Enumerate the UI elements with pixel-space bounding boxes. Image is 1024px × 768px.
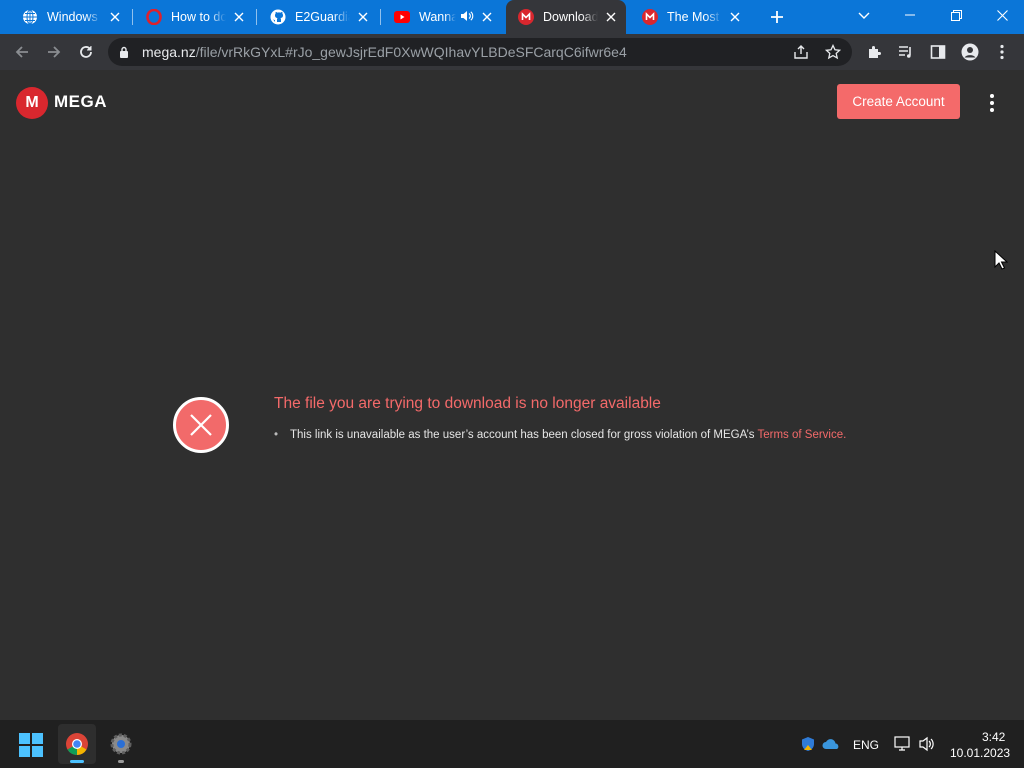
opera-icon [146, 9, 162, 25]
arrow-right-icon [48, 46, 61, 58]
tab-title: Download [543, 10, 598, 24]
volume-icon[interactable] [918, 736, 936, 752]
error-icon [173, 397, 229, 453]
close-window-button[interactable] [984, 0, 1020, 30]
plus-icon [771, 11, 783, 23]
error-detail-text: This link is unavailable as the user’s a… [290, 429, 758, 441]
create-account-button[interactable]: Create Account [837, 84, 960, 119]
cross-icon [190, 414, 212, 436]
error-title: The file you are trying to download is n… [274, 395, 661, 412]
mega-icon [642, 9, 658, 25]
forward-button[interactable] [40, 34, 68, 70]
browser-menu-button[interactable] [988, 34, 1016, 70]
close-icon [996, 9, 1008, 21]
tab-title: How to dov [171, 10, 226, 24]
tab-separator [132, 9, 133, 25]
side-panel-icon [930, 45, 946, 59]
side-panel-button[interactable] [924, 34, 952, 70]
reload-button[interactable] [72, 34, 100, 70]
reload-icon [80, 46, 92, 58]
tab-6[interactable]: The Most T [630, 0, 750, 34]
url-path: /file/vrRkGYxL#rJo_gewJsjrEdF0XwWQIhavYL… [195, 44, 627, 60]
tab-strip: Windows L How to dov E2Guardiar Wanna Downlo… [0, 0, 1024, 34]
page-content: M MEGA Create Account The file you are t… [0, 70, 1024, 720]
language-indicator[interactable]: ENG [853, 738, 879, 752]
mega-logo-text[interactable]: MEGA [54, 92, 107, 112]
tab-2[interactable]: How to dov [134, 0, 254, 34]
tab-title: The Most T [667, 10, 722, 24]
lock-icon [120, 46, 128, 58]
taskbar: ENG 3:42 10.01.2023 [0, 720, 1024, 768]
globe-icon [22, 9, 38, 25]
browser-toolbar: mega.nz/file/vrRkGYxL#rJo_gewJsjrEdF0XwW… [0, 34, 1024, 70]
tab-title: Wanna [419, 10, 456, 24]
terms-of-service-link[interactable]: Terms of Service [758, 429, 844, 441]
mouse-cursor-icon [994, 250, 1008, 270]
extensions-button[interactable] [860, 34, 888, 70]
taskbar-settings-button[interactable] [102, 724, 140, 764]
media-control-button[interactable] [892, 34, 920, 70]
error-detail: • This link is unavailable as the user’s … [274, 429, 846, 441]
profile-icon [961, 43, 979, 61]
gear-icon [110, 733, 132, 755]
tab-title: E2Guardiar [295, 10, 350, 24]
mega-icon [518, 9, 534, 25]
menu-dot [990, 94, 994, 98]
logo-letter: M [25, 94, 39, 111]
network-icon[interactable] [894, 736, 912, 752]
address-bar[interactable]: mega.nz/file/vrRkGYxL#rJo_gewJsjrEdF0XwW… [108, 38, 852, 66]
menu-dot [990, 108, 994, 112]
tab-4[interactable]: Wanna [382, 0, 502, 34]
tab-close-icon[interactable] [604, 10, 618, 24]
tab-close-icon[interactable] [728, 10, 742, 24]
youtube-icon [394, 9, 410, 25]
chrome-icon [66, 733, 88, 755]
windows-logo-icon [19, 733, 43, 757]
tab-separator [256, 9, 257, 25]
new-tab-button[interactable] [764, 4, 790, 30]
speaker-icon[interactable] [460, 10, 474, 25]
taskbar-chrome-button[interactable] [58, 724, 96, 764]
restore-icon [950, 9, 962, 21]
start-button[interactable] [18, 732, 44, 758]
github-icon [270, 9, 286, 25]
back-button[interactable] [8, 34, 36, 70]
security-shield-icon[interactable] [800, 736, 816, 752]
tab-1[interactable]: Windows L [10, 0, 130, 34]
minimize-button[interactable] [892, 0, 928, 30]
arrow-left-icon [15, 46, 28, 58]
clock-time[interactable]: 3:42 [982, 730, 1005, 744]
tab-5[interactable]: Download [506, 0, 626, 34]
playlist-icon [899, 46, 911, 58]
clock-date[interactable]: 10.01.2023 [950, 746, 1010, 760]
onedrive-icon[interactable] [822, 738, 840, 750]
tab-search-button[interactable] [852, 4, 876, 28]
restore-button[interactable] [938, 0, 974, 30]
menu-dot [990, 101, 994, 105]
bullet-icon: • [274, 429, 279, 441]
minimize-icon [905, 14, 915, 16]
star-icon[interactable] [825, 44, 841, 60]
share-icon[interactable] [793, 45, 809, 59]
profile-button[interactable] [956, 34, 984, 70]
puzzle-icon [869, 46, 881, 58]
tab-close-icon[interactable] [356, 10, 370, 24]
open-app-indicator [118, 760, 124, 763]
tab-close-icon[interactable] [108, 10, 122, 24]
url-host: mega.nz [142, 44, 196, 60]
tab-close-icon[interactable] [480, 10, 494, 24]
tab-title: Windows L [47, 10, 102, 24]
kebab-menu-icon [1000, 44, 1004, 60]
tab-separator [380, 9, 381, 25]
chevron-down-icon [858, 12, 870, 19]
page-menu-button[interactable] [982, 90, 1002, 116]
active-app-indicator [70, 760, 84, 763]
error-detail-end: . [843, 429, 847, 441]
mega-logo-icon[interactable]: M [16, 87, 48, 119]
tab-close-icon[interactable] [232, 10, 246, 24]
tab-3[interactable]: E2Guardiar [258, 0, 378, 34]
url-text[interactable]: mega.nz/file/vrRkGYxL#rJo_gewJsjrEdF0XwW… [142, 38, 627, 66]
